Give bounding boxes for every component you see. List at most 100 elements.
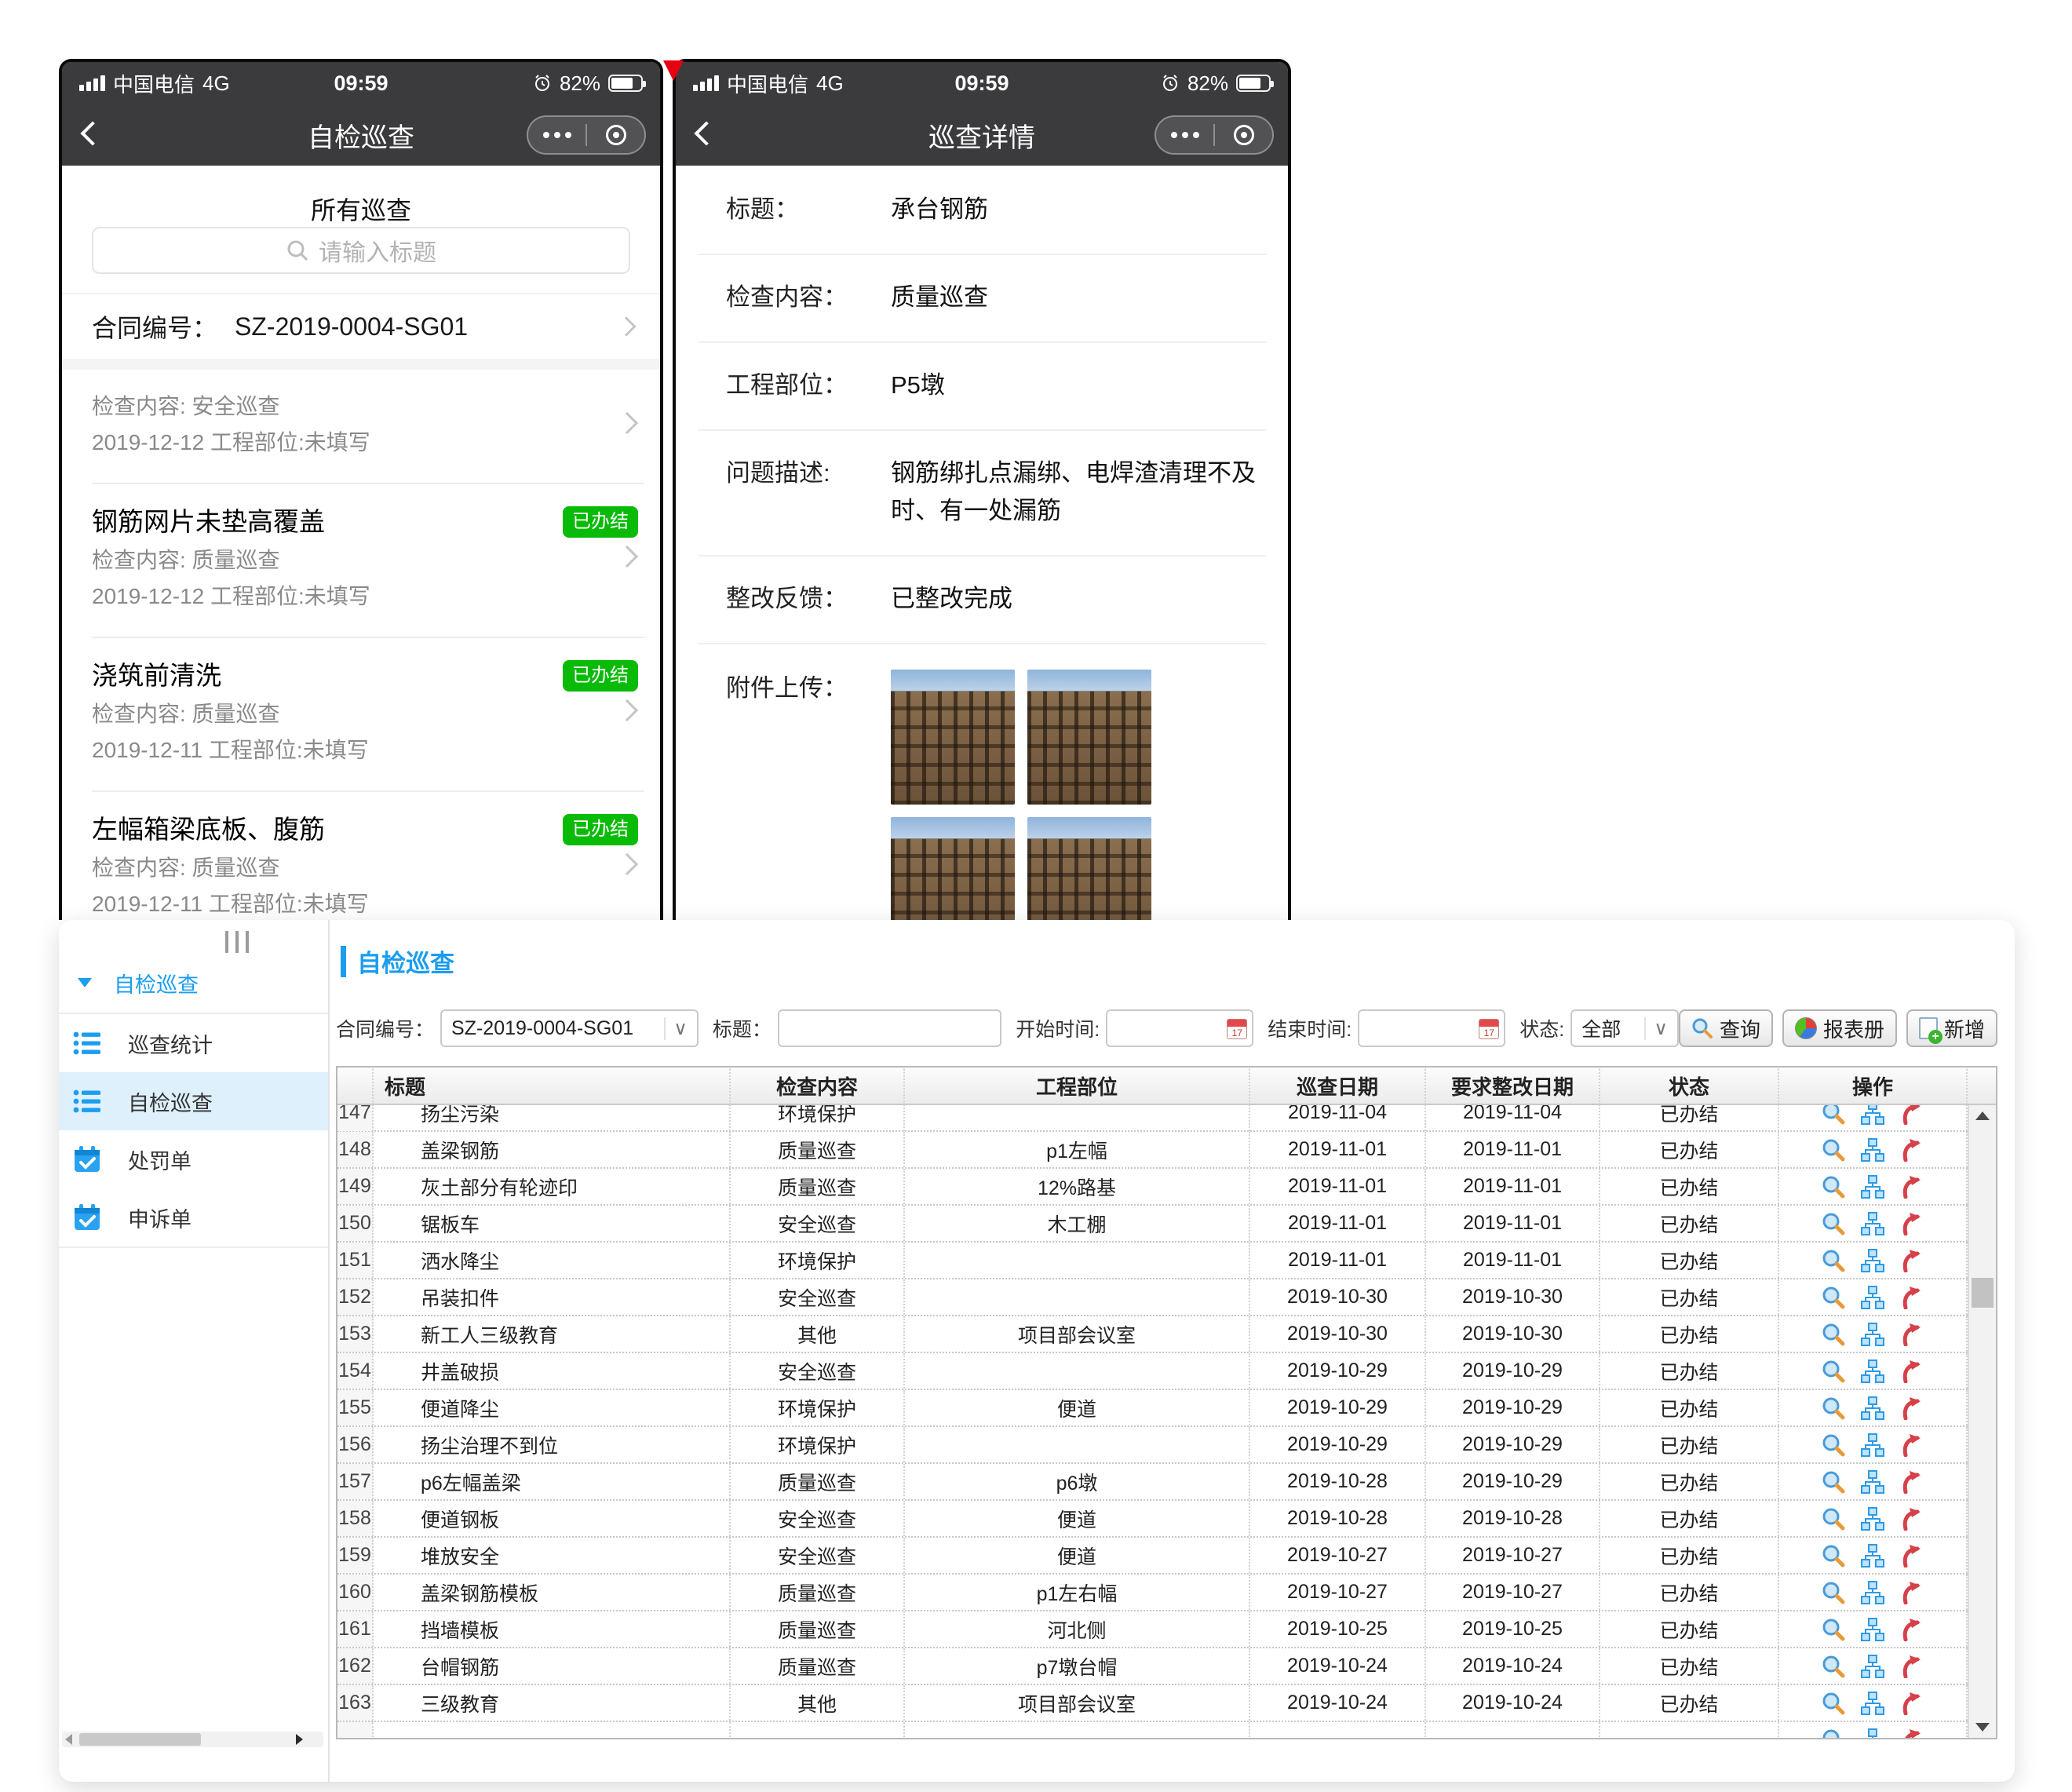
calendar-icon[interactable] — [1227, 1019, 1247, 1039]
view-magnifier-icon[interactable] — [1822, 1360, 1845, 1383]
scrollbar-thumb[interactable] — [79, 1733, 201, 1746]
view-magnifier-icon[interactable] — [1822, 1286, 1845, 1309]
status-select[interactable]: 全部 ∨ — [1570, 1009, 1679, 1047]
view-magnifier-icon[interactable] — [1822, 1728, 1845, 1738]
return-arrow-icon[interactable] — [1900, 1692, 1924, 1715]
return-arrow-icon[interactable] — [1900, 1470, 1924, 1494]
sidebar-root-item[interactable]: 自检巡查 — [59, 965, 328, 1000]
end-date-input[interactable] — [1358, 1009, 1505, 1047]
flow-chart-icon[interactable] — [1861, 1286, 1884, 1309]
return-arrow-icon[interactable] — [1900, 1618, 1924, 1641]
view-magnifier-icon[interactable] — [1822, 1544, 1845, 1568]
view-magnifier-icon[interactable] — [1822, 1507, 1845, 1531]
flow-chart-icon[interactable] — [1861, 1433, 1884, 1457]
attachment-photo[interactable] — [891, 670, 1015, 805]
flow-chart-icon[interactable] — [1861, 1470, 1884, 1494]
scroll-right-icon[interactable] — [296, 1734, 303, 1745]
view-magnifier-icon[interactable] — [1822, 1396, 1845, 1420]
flow-chart-icon[interactable] — [1861, 1138, 1884, 1162]
scroll-up-icon[interactable] — [1975, 1111, 1990, 1120]
report-button[interactable]: 报表册 — [1782, 1009, 1897, 1047]
cell-fix-date: 2019-10-30 — [1426, 1279, 1600, 1315]
back-icon[interactable] — [80, 121, 104, 145]
return-arrow-icon[interactable] — [1900, 1396, 1924, 1420]
start-date-input[interactable] — [1106, 1009, 1253, 1047]
flow-chart-icon[interactable] — [1861, 1323, 1884, 1346]
close-capsule-button[interactable] — [1215, 117, 1272, 153]
view-magnifier-icon[interactable] — [1822, 1175, 1845, 1199]
back-icon[interactable] — [694, 121, 718, 145]
sidebar-item[interactable]: 申诉单 — [59, 1188, 328, 1246]
more-button[interactable] — [528, 117, 585, 153]
return-arrow-icon[interactable] — [1900, 1581, 1924, 1604]
flow-chart-icon[interactable] — [1861, 1360, 1884, 1383]
list-item[interactable]: 钢筋网片未垫高覆盖 已办结 检查内容: 质量巡查 2019-12-12 工程部位… — [62, 483, 660, 637]
more-button[interactable] — [1156, 117, 1213, 153]
view-magnifier-icon[interactable] — [1822, 1138, 1845, 1162]
return-arrow-icon[interactable] — [1900, 1655, 1924, 1678]
flow-chart-icon[interactable] — [1861, 1175, 1884, 1199]
return-arrow-icon[interactable] — [1900, 1544, 1924, 1568]
view-magnifier-icon[interactable] — [1822, 1323, 1845, 1346]
attachment-photo[interactable] — [1027, 817, 1151, 920]
return-arrow-icon[interactable] — [1900, 1507, 1924, 1531]
flow-chart-icon[interactable] — [1861, 1618, 1884, 1641]
return-arrow-icon[interactable] — [1900, 1728, 1924, 1738]
vertical-scrollbar[interactable] — [1968, 1105, 1996, 1738]
view-magnifier-icon[interactable] — [1822, 1618, 1845, 1641]
view-magnifier-icon[interactable] — [1822, 1433, 1845, 1457]
view-magnifier-icon[interactable] — [1822, 1249, 1845, 1272]
flow-chart-icon[interactable] — [1861, 1249, 1884, 1272]
return-arrow-icon[interactable] — [1900, 1105, 1924, 1125]
horizontal-scrollbar[interactable] — [62, 1732, 323, 1747]
sidebar-item[interactable]: 自检巡查 — [59, 1072, 328, 1130]
sidebar-item[interactable]: 巡查统计 — [59, 1014, 328, 1072]
table-row: 154 井盖破损 安全巡查 2019-10-29 2019-10-29 已办结 — [337, 1353, 1968, 1390]
view-magnifier-icon[interactable] — [1822, 1212, 1845, 1235]
view-magnifier-icon[interactable] — [1822, 1692, 1845, 1715]
status-right: 82% — [1161, 71, 1271, 96]
query-button[interactable]: 查询 — [1679, 1009, 1773, 1047]
return-arrow-icon[interactable] — [1900, 1175, 1924, 1199]
scroll-down-icon[interactable] — [1975, 1723, 1990, 1732]
calendar-icon[interactable] — [1479, 1019, 1499, 1039]
flow-chart-icon[interactable] — [1861, 1581, 1884, 1604]
flow-chart-icon[interactable] — [1861, 1105, 1884, 1125]
close-capsule-button[interactable] — [587, 117, 644, 153]
list-item[interactable]: 浇筑前清洗 已办结 检查内容: 质量巡查 2019-12-11 工程部位:未填写 — [62, 637, 660, 790]
view-magnifier-icon[interactable] — [1822, 1470, 1845, 1494]
return-arrow-icon[interactable] — [1900, 1323, 1924, 1346]
view-magnifier-icon[interactable] — [1822, 1655, 1845, 1678]
scroll-left-icon[interactable] — [65, 1734, 72, 1745]
contract-select[interactable]: SZ-2019-0004-SG01 ∨ — [440, 1009, 699, 1047]
list-item[interactable]: 左幅箱梁底板、腹筋 已办结 检查内容: 质量巡查 2019-12-11 工程部位… — [62, 790, 660, 920]
attachment-label: 附件上传： — [726, 670, 891, 920]
attachment-photo[interactable] — [891, 817, 1015, 920]
list-item[interactable]: 检查内容: 安全巡查 2019-12-12 工程部位:未填写 — [62, 370, 660, 483]
title-filter-input[interactable] — [778, 1009, 1001, 1047]
return-arrow-icon[interactable] — [1900, 1286, 1924, 1309]
return-arrow-icon[interactable] — [1900, 1249, 1924, 1272]
return-arrow-icon[interactable] — [1900, 1360, 1924, 1383]
attachment-photo[interactable] — [1027, 670, 1151, 805]
table-row: 151 洒水降尘 环境保护 2019-11-01 2019-11-01 已办结 — [337, 1243, 1968, 1279]
search-input[interactable]: 请输入标题 — [92, 227, 630, 274]
flow-chart-icon[interactable] — [1861, 1655, 1884, 1678]
scrollbar-thumb[interactable] — [1972, 1278, 1994, 1308]
contract-row[interactable]: 合同编号： SZ-2019-0004-SG01 — [62, 293, 660, 359]
flow-chart-icon[interactable] — [1861, 1544, 1884, 1568]
view-magnifier-icon[interactable] — [1822, 1581, 1845, 1604]
view-magnifier-icon[interactable] — [1822, 1105, 1845, 1125]
flow-chart-icon[interactable] — [1861, 1692, 1884, 1715]
sidebar-item[interactable]: 处罚单 — [59, 1130, 328, 1188]
flow-chart-icon[interactable] — [1861, 1507, 1884, 1531]
add-button[interactable]: 新增 — [1906, 1009, 1997, 1047]
flow-chart-icon[interactable] — [1861, 1728, 1884, 1738]
return-arrow-icon[interactable] — [1900, 1138, 1924, 1162]
return-arrow-icon[interactable] — [1900, 1433, 1924, 1457]
flow-chart-icon[interactable] — [1861, 1396, 1884, 1420]
flow-chart-icon[interactable] — [1861, 1212, 1884, 1235]
sidebar-drag-handle[interactable] — [225, 931, 249, 953]
return-arrow-icon[interactable] — [1900, 1212, 1924, 1235]
miniprogram-capsule — [1155, 115, 1274, 155]
